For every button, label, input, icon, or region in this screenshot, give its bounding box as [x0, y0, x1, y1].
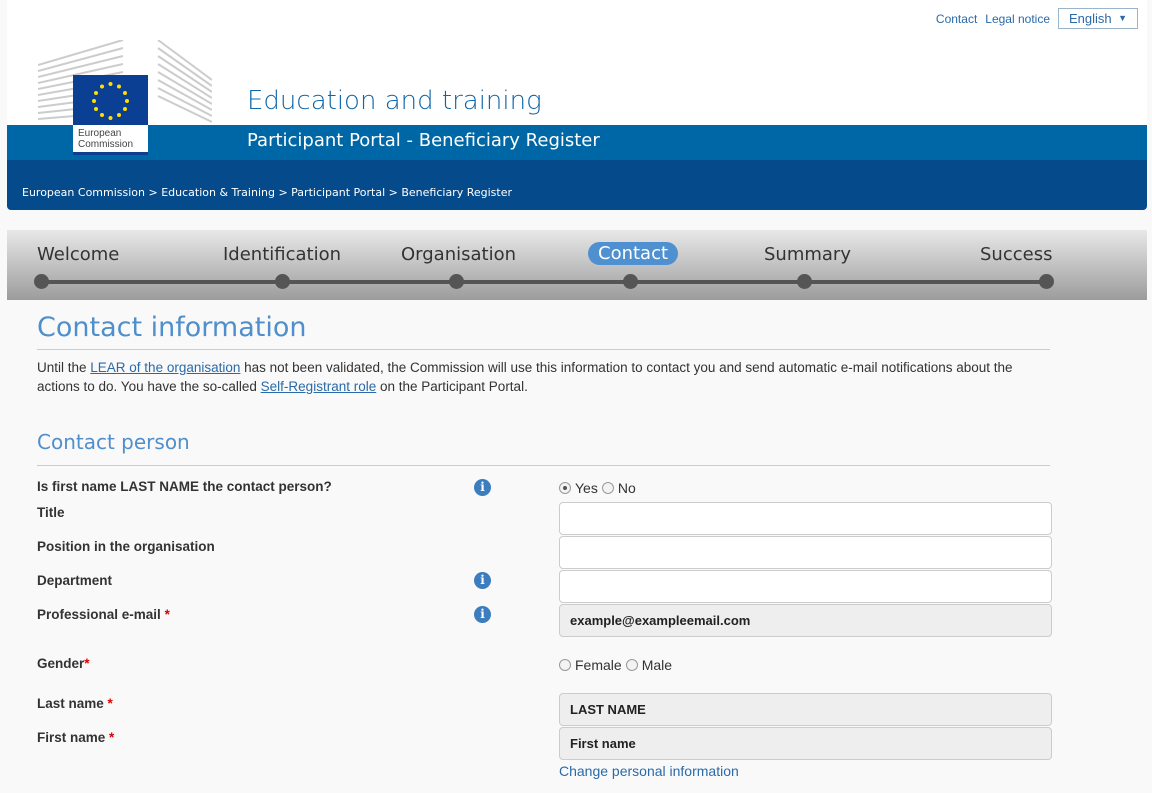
last-name-input[interactable]: LAST NAME: [559, 693, 1052, 726]
info-icon[interactable]: i: [474, 572, 491, 589]
step-summary: Summary: [764, 244, 851, 265]
male-label: Male: [641, 657, 673, 673]
required-marker: *: [107, 696, 113, 711]
breadcrumb[interactable]: European Commission > Education & Traini…: [22, 186, 512, 199]
info-icon[interactable]: i: [474, 606, 491, 623]
logo-line: European: [78, 128, 122, 139]
female-label: Female: [575, 657, 622, 673]
step-dot: [449, 274, 464, 289]
male-radio[interactable]: [625, 659, 638, 671]
step-welcome: Welcome: [37, 244, 120, 265]
contact-link[interactable]: Contact: [936, 12, 977, 26]
gender-radio-group: Female Male: [559, 657, 672, 673]
gender-label-text: Gender: [37, 656, 85, 671]
divider: [37, 465, 1050, 466]
required-marker: *: [109, 730, 115, 745]
contact-question-label: Is first name LAST NAME the contact pers…: [37, 479, 332, 494]
first-name-input[interactable]: First name: [559, 727, 1052, 760]
position-input[interactable]: [559, 536, 1052, 569]
required-marker: *: [84, 656, 90, 671]
department-input[interactable]: [559, 570, 1052, 603]
first-name-label-text: First name: [37, 730, 106, 745]
position-label: Position in the organisation: [37, 539, 215, 554]
last-name-label-text: Last name: [37, 696, 104, 711]
ec-logo-text: European Commission: [73, 125, 148, 155]
intro-part: on the Participant Portal.: [376, 379, 528, 394]
required-marker: *: [164, 607, 170, 622]
breadcrumb-bar: [7, 160, 1147, 210]
language-value: English: [1069, 11, 1112, 26]
department-label: Department: [37, 573, 113, 588]
section-title: Contact person: [37, 430, 190, 454]
site-subtitle: Participant Portal - Beneficiary Registe…: [247, 130, 600, 151]
yes-radio[interactable]: [559, 482, 571, 494]
eu-flag-icon: [73, 75, 148, 125]
page-title: Contact information: [37, 312, 307, 343]
step-success: Success: [980, 244, 1053, 265]
caret-down-icon: ▼: [1118, 13, 1127, 23]
top-links: Contact Legal notice English ▼: [936, 8, 1138, 29]
lear-link[interactable]: LEAR of the organisation: [90, 360, 240, 375]
step-identification: Identification: [223, 244, 342, 265]
progress-stepper: Welcome Identification Organisation Cont…: [7, 230, 1147, 300]
step-dot: [275, 274, 290, 289]
email-input[interactable]: example@exampleemail.com: [559, 604, 1052, 637]
stepper-track: [42, 280, 1047, 284]
logo-line: Commission: [78, 139, 134, 150]
first-name-label: First name *: [37, 730, 114, 745]
change-personal-info-link[interactable]: Change personal information: [559, 763, 739, 779]
email-label: Professional e-mail *: [37, 607, 170, 622]
female-radio[interactable]: [559, 659, 571, 671]
title-label: Title: [37, 505, 65, 520]
no-radio[interactable]: [601, 482, 614, 494]
last-name-label: Last name *: [37, 696, 113, 711]
legal-notice-link[interactable]: Legal notice: [985, 12, 1050, 26]
intro-text: Until the LEAR of the organisation has n…: [37, 358, 1047, 396]
step-organisation: Organisation: [401, 244, 517, 265]
step-dot: [797, 274, 812, 289]
self-registrant-link[interactable]: Self-Registrant role: [261, 379, 377, 394]
info-icon[interactable]: i: [474, 479, 491, 496]
divider: [37, 349, 1050, 350]
step-dot: [623, 274, 638, 289]
language-select[interactable]: English ▼: [1058, 8, 1138, 29]
intro-part: Until the: [37, 360, 91, 375]
step-dot: [34, 274, 49, 289]
gender-label: Gender*: [37, 656, 90, 671]
step-dot: [1039, 274, 1054, 289]
email-label-text: Professional e-mail: [37, 607, 161, 622]
title-input[interactable]: [559, 502, 1052, 535]
contact-radio-group: Yes No: [559, 480, 636, 496]
no-label: No: [617, 480, 636, 496]
step-contact: Contact: [588, 242, 679, 265]
yes-label: Yes: [575, 480, 598, 496]
site-title: Education and training: [247, 86, 542, 116]
